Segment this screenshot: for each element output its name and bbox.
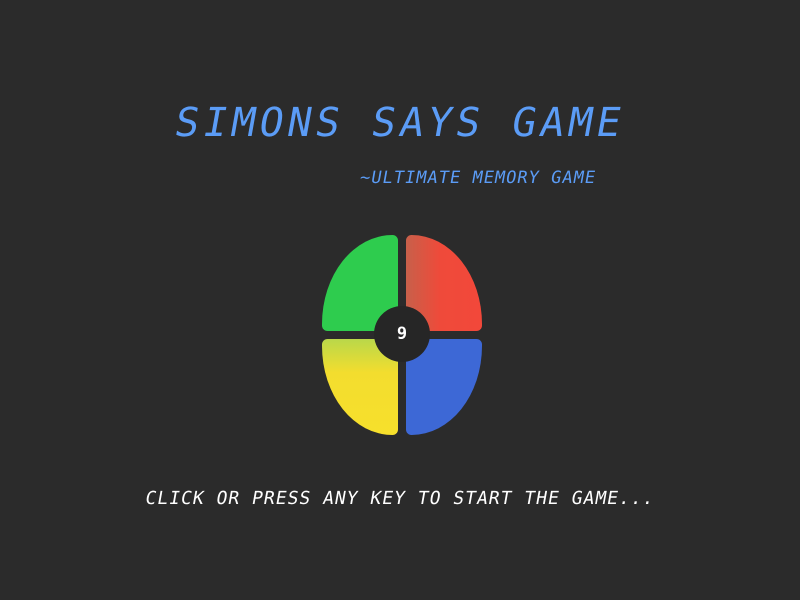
level-counter: 9	[374, 306, 430, 362]
game-title: SIMONS SAYS GAME	[171, 100, 629, 146]
start-prompt[interactable]: CLICK OR PRESS ANY KEY TO START THE GAME…	[0, 488, 800, 509]
game-subtitle: ~ULTIMATE MEMORY GAME	[358, 168, 598, 188]
simon-board: 9	[322, 235, 482, 435]
